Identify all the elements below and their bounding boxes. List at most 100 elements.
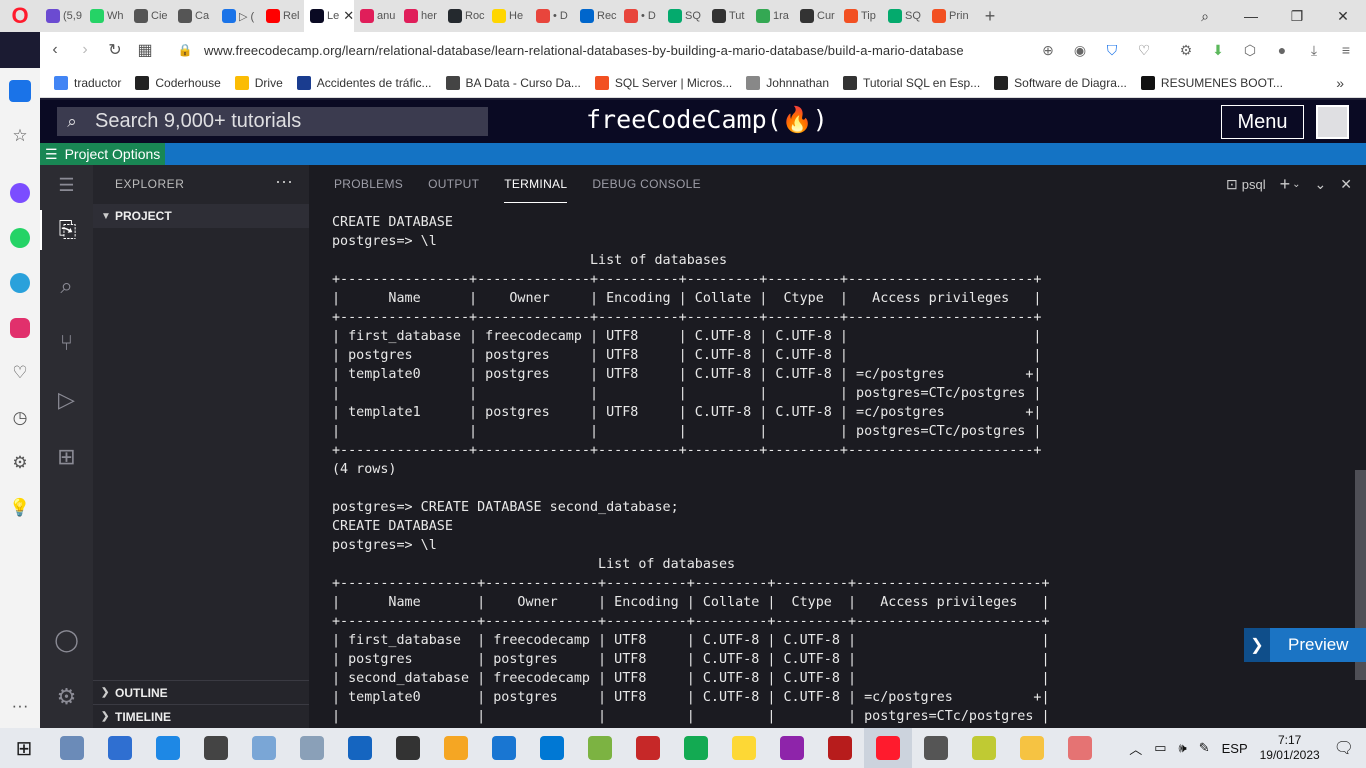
browser-tab[interactable]: Rel bbox=[260, 0, 304, 32]
bookmark-item[interactable]: Software de Diagra... bbox=[994, 75, 1127, 90]
taskbar-app-vscode[interactable] bbox=[528, 728, 576, 768]
browser-tab[interactable]: Wh bbox=[84, 0, 128, 32]
restore-icon[interactable]: ❐ bbox=[1274, 8, 1320, 25]
search-icon[interactable]: ⌕ bbox=[40, 266, 93, 306]
bookmarks-star-icon[interactable]: ☆ bbox=[0, 113, 40, 158]
taskbar-app-mongodb[interactable] bbox=[672, 728, 720, 768]
bookmark-item[interactable]: Tutorial SQL en Esp... bbox=[843, 75, 980, 90]
taskbar-app-file-manager[interactable] bbox=[48, 728, 96, 768]
close-tab-icon[interactable]: ✕ bbox=[343, 8, 354, 24]
search-bar[interactable]: ⌕ Search 9,000+ tutorials bbox=[57, 107, 488, 136]
manage-gear-icon[interactable]: ⚙ bbox=[40, 677, 93, 717]
accounts-icon[interactable]: ◯ bbox=[40, 620, 93, 660]
taskbar-app-camera-app[interactable] bbox=[288, 728, 336, 768]
settings-icon[interactable]: ⚙ bbox=[0, 440, 40, 485]
profile-icon[interactable]: ● bbox=[1272, 42, 1292, 58]
taskbar-app-globe-app[interactable] bbox=[432, 728, 480, 768]
pen-icon[interactable]: ✎ bbox=[1199, 740, 1210, 756]
reload-icon[interactable]: ↻ bbox=[100, 40, 130, 60]
speed-dial-icon[interactable]: ▦ bbox=[130, 40, 160, 60]
cube-icon[interactable]: ⬡ bbox=[1240, 42, 1260, 59]
taskbar-app-folder[interactable] bbox=[1008, 728, 1056, 768]
lightbulb-icon[interactable]: 💡 bbox=[0, 485, 40, 530]
taskbar-app-filezilla[interactable] bbox=[624, 728, 672, 768]
taskbar-app-star-app[interactable] bbox=[192, 728, 240, 768]
downloads-icon[interactable]: ⤓ bbox=[1304, 42, 1324, 59]
close-window-icon[interactable]: ✕ bbox=[1320, 8, 1366, 25]
taskbar-app-opera[interactable] bbox=[864, 728, 912, 768]
zoom-icon[interactable]: ⊕ bbox=[1038, 42, 1058, 59]
browser-tab[interactable]: • D bbox=[530, 0, 574, 32]
browser-tab[interactable]: • D bbox=[618, 0, 662, 32]
fcc-logo[interactable]: freeCodeCamp(🔥) bbox=[586, 105, 828, 135]
battery-icon[interactable]: ▭ bbox=[1154, 740, 1166, 756]
taskbar-app-paint-app[interactable] bbox=[240, 728, 288, 768]
heart-icon[interactable]: ♡ bbox=[0, 350, 40, 395]
new-tab-button[interactable]: + bbox=[970, 0, 1004, 32]
opera-logo-icon[interactable]: O bbox=[0, 0, 40, 32]
bookmark-item[interactable]: BA Data - Curso Da... bbox=[445, 75, 581, 90]
taskbar-app-control-panel[interactable] bbox=[144, 728, 192, 768]
messenger-icon[interactable] bbox=[0, 170, 40, 215]
chevron-down-icon[interactable]: ⌄ bbox=[1292, 179, 1300, 190]
back-icon[interactable]: ‹ bbox=[40, 41, 70, 59]
outline-section[interactable]: ❯ OUTLINE bbox=[93, 680, 309, 704]
whatsapp-icon[interactable] bbox=[0, 215, 40, 260]
bookmark-item[interactable]: Accidentes de tráfic... bbox=[296, 75, 432, 90]
project-options-button[interactable]: ☰ Project Options bbox=[40, 143, 166, 165]
tab-problems[interactable]: PROBLEMS bbox=[334, 165, 403, 203]
taskbar-app-notepad-plus[interactable] bbox=[576, 728, 624, 768]
project-section[interactable]: ▼ PROJECT bbox=[93, 204, 309, 228]
search-input[interactable]: Search 9,000+ tutorials bbox=[95, 110, 301, 133]
bookmark-item[interactable]: RESUMENES BOOT... bbox=[1140, 75, 1283, 90]
bookmark-item[interactable]: Johnnathan bbox=[746, 75, 829, 90]
extension-icon[interactable]: ⚙ bbox=[1176, 42, 1196, 59]
explorer-files-icon[interactable]: ⎘ bbox=[40, 210, 93, 250]
bookmark-item[interactable]: SQL Server | Micros... bbox=[594, 75, 732, 90]
browser-tab[interactable]: Tut bbox=[706, 0, 750, 32]
browser-tab[interactable]: her bbox=[398, 0, 442, 32]
browser-tab[interactable]: Roc bbox=[442, 0, 486, 32]
notifications-icon[interactable]: 🗨 bbox=[1334, 738, 1354, 758]
download-ext-icon[interactable]: ⬇ bbox=[1208, 42, 1228, 59]
browser-tab[interactable]: Rec bbox=[574, 0, 618, 32]
history-icon[interactable]: ◷ bbox=[0, 395, 40, 440]
maximize-panel-icon[interactable]: ⌄ bbox=[1315, 176, 1327, 193]
timeline-section[interactable]: ❯ TIMELINE bbox=[93, 704, 309, 728]
clock[interactable]: 7:17 19/01/2023 bbox=[1260, 733, 1320, 763]
source-control-icon[interactable]: ⑂ bbox=[40, 323, 93, 363]
run-debug-icon[interactable]: ▷ bbox=[40, 380, 93, 420]
terminal-output[interactable]: CREATE DATABASE postgres=> \l List of dat… bbox=[332, 213, 1352, 728]
browser-tab[interactable]: (5,9 bbox=[40, 0, 84, 32]
bookmark-item[interactable]: Drive bbox=[234, 75, 283, 90]
taskbar-app-calculator[interactable] bbox=[336, 728, 384, 768]
browser-tab[interactable]: He bbox=[486, 0, 530, 32]
new-terminal-icon[interactable]: + bbox=[1280, 174, 1291, 195]
browser-tab[interactable]: 1ra bbox=[750, 0, 794, 32]
instagram-icon[interactable] bbox=[0, 305, 40, 350]
browser-tab[interactable]: SQ bbox=[662, 0, 706, 32]
browser-tab[interactable]: SQ bbox=[882, 0, 926, 32]
taskbar-app-explorer-blue[interactable] bbox=[96, 728, 144, 768]
browser-tab[interactable]: anu bbox=[354, 0, 398, 32]
bookmark-item[interactable]: traductor bbox=[54, 75, 121, 90]
vscode-menu-icon[interactable]: ☰ bbox=[40, 165, 93, 205]
menu-button[interactable]: Menu bbox=[1221, 105, 1304, 139]
taskbar-app-hydra-app[interactable] bbox=[816, 728, 864, 768]
tab-debug-console[interactable]: DEBUG CONSOLE bbox=[592, 165, 701, 203]
windows-start-icon[interactable]: ⊞ bbox=[0, 728, 48, 768]
taskbar-app-h-app[interactable] bbox=[480, 728, 528, 768]
forward-icon[interactable]: › bbox=[70, 41, 100, 59]
browser-tab[interactable]: ▷ ( bbox=[216, 0, 260, 32]
search-tabs-icon[interactable]: ⌕ bbox=[1182, 8, 1228, 25]
extensions-icon[interactable]: ⊞ bbox=[40, 437, 93, 477]
taskbar-app-inkscape[interactable] bbox=[384, 728, 432, 768]
bookmark-item[interactable]: Coderhouse bbox=[135, 75, 221, 90]
snapshot-icon[interactable]: ◉ bbox=[1070, 42, 1090, 59]
tray-expand-icon[interactable]: ︿ bbox=[1129, 739, 1142, 758]
terminal-name[interactable]: psql bbox=[1242, 177, 1266, 192]
bookmark-heart-icon[interactable]: ♡ bbox=[1134, 42, 1154, 59]
menu-icon[interactable]: ≡ bbox=[1336, 42, 1356, 58]
url-field[interactable]: www.freecodecamp.org/learn/relational-da… bbox=[204, 43, 964, 58]
taskbar-app-settings[interactable] bbox=[912, 728, 960, 768]
